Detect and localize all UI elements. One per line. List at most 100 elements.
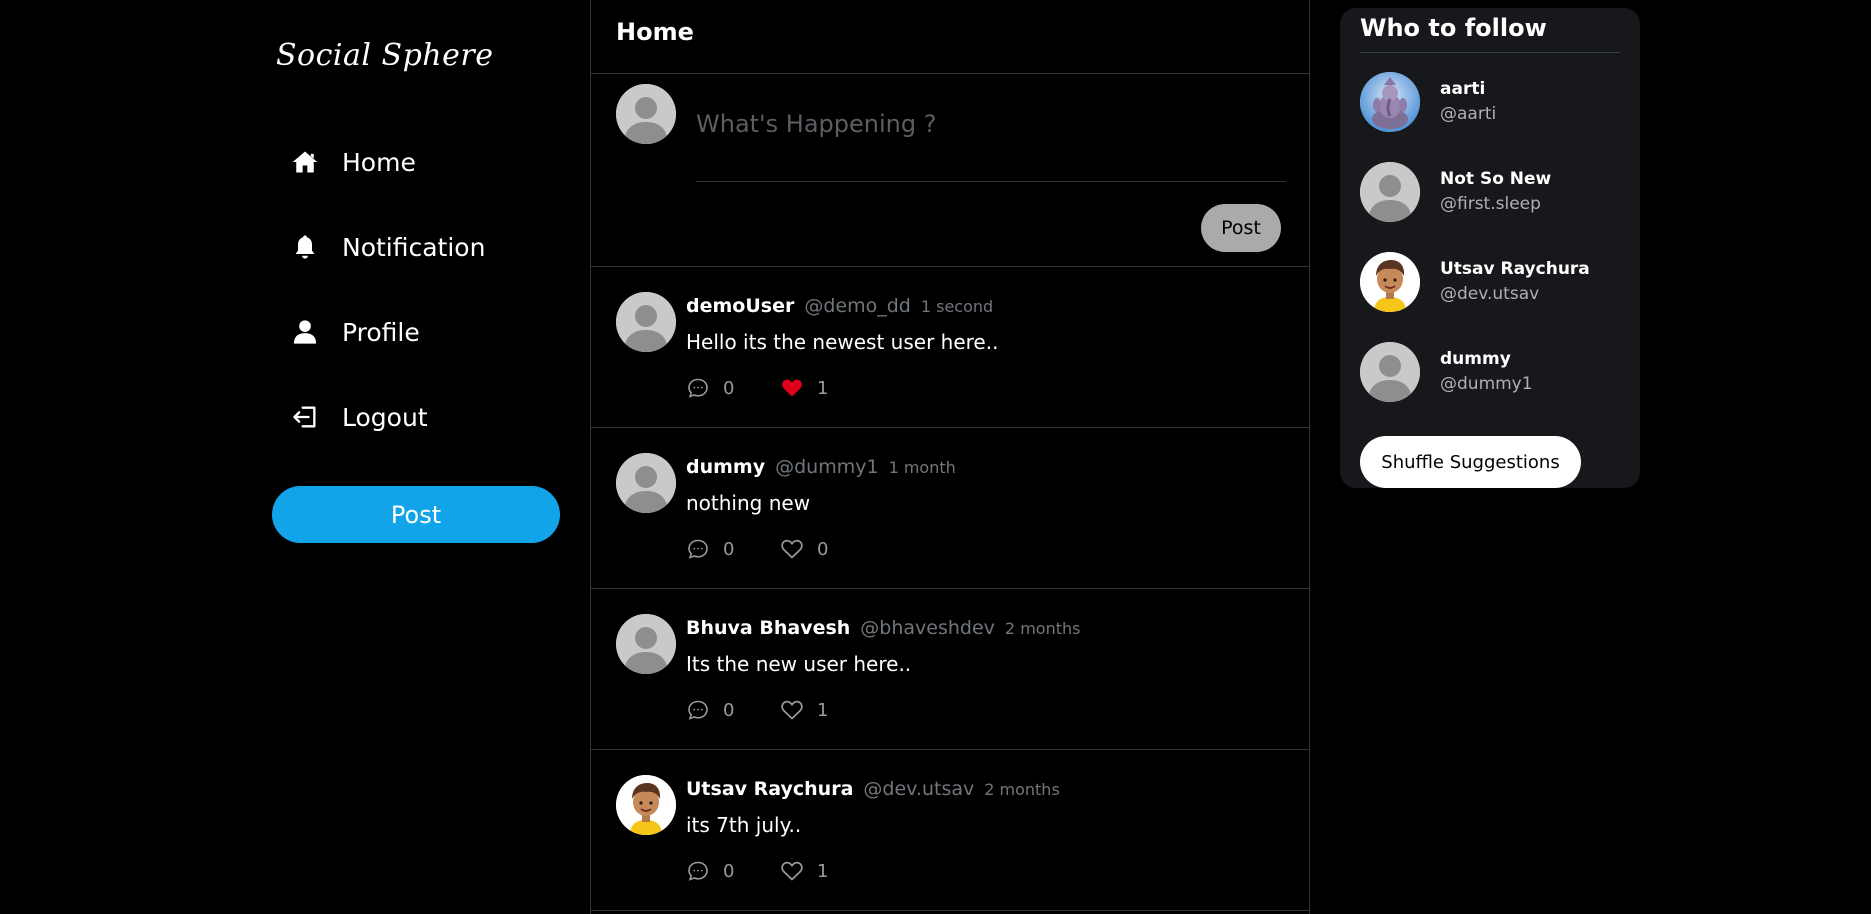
nav-label-profile: Profile <box>342 317 420 347</box>
heart-outline-icon <box>781 861 803 881</box>
default-avatar[interactable] <box>616 292 676 352</box>
follow-user-name: dummy <box>1440 349 1511 369</box>
comment-icon <box>688 539 708 559</box>
follow-suggestion[interactable]: dummy @dummy1 <box>1360 342 1620 402</box>
follow-user-info: Utsav Raychura @dev.utsav <box>1440 257 1590 307</box>
composer-divider <box>696 181 1286 182</box>
post-text: Hello its the newest user here.. <box>686 330 999 354</box>
follow-suggestion[interactable]: Not So New @first.sleep <box>1360 162 1620 222</box>
cartoon-boy-avatar <box>1360 252 1420 312</box>
follow-suggestion-list: aarti @aarti Not So New @first.sleep Uts… <box>1360 72 1620 402</box>
comment-button[interactable]: 0 <box>686 376 780 400</box>
comment-count: 0 <box>723 377 735 399</box>
follow-user-name: aarti <box>1440 79 1486 99</box>
comment-button[interactable]: 0 <box>686 537 780 561</box>
comment-button[interactable]: 0 <box>686 698 780 722</box>
follow-user-info: dummy @dummy1 <box>1440 347 1533 397</box>
default-avatar <box>1360 342 1420 402</box>
post-author-name[interactable]: demoUser <box>686 295 794 317</box>
comment-button[interactable]: 0 <box>686 859 780 883</box>
logout-icon <box>290 402 320 432</box>
nav-item-logout[interactable]: Logout <box>290 395 485 439</box>
post-text: Its the new user here.. <box>686 652 912 676</box>
feed-title: Home <box>591 0 1309 74</box>
post-author-name[interactable]: Bhuva Bhavesh <box>686 617 850 639</box>
like-count: 1 <box>817 377 829 399</box>
heart-outline-icon <box>781 539 803 559</box>
user-icon <box>290 317 320 347</box>
main-feed: Home Post demoUser @demo_dd 1 second Hel… <box>590 0 1310 914</box>
post-composer: Post <box>591 74 1309 267</box>
like-button[interactable]: 1 <box>780 376 828 400</box>
who-to-follow-title: Who to follow <box>1360 8 1620 53</box>
post-header: Utsav Raychura @dev.utsav 2 months <box>686 778 1060 800</box>
post-actions: 0 1 <box>686 376 828 400</box>
app-logo[interactable]: Social Sphere <box>276 38 493 73</box>
default-avatar <box>616 84 676 144</box>
like-button[interactable]: 1 <box>780 859 828 883</box>
comment-count: 0 <box>723 699 735 721</box>
post-actions: 0 0 <box>686 537 828 561</box>
comment-count: 0 <box>723 860 735 882</box>
post-item[interactable]: Utsav Raychura @dev.utsav 2 months its 7… <box>591 750 1309 911</box>
post-timestamp: 1 second <box>920 297 994 316</box>
follow-suggestion[interactable]: Utsav Raychura @dev.utsav <box>1360 252 1620 312</box>
default-avatar[interactable] <box>616 614 676 674</box>
follow-suggestion[interactable]: aarti @aarti <box>1360 72 1620 132</box>
comment-count: 0 <box>723 538 735 560</box>
follow-user-handle: @aarti <box>1440 104 1497 124</box>
comment-icon <box>688 700 708 720</box>
post-author-handle[interactable]: @bhaveshdev <box>860 617 995 639</box>
like-count: 0 <box>817 538 829 560</box>
default-avatar[interactable] <box>616 453 676 513</box>
post-actions: 0 1 <box>686 698 828 722</box>
post-header: Bhuva Bhavesh @bhaveshdev 2 months <box>686 617 1080 639</box>
heart-outline-icon <box>781 700 803 720</box>
post-timestamp: 1 month <box>888 458 956 477</box>
left-sidebar: Social Sphere Home Notification Profile <box>270 0 570 914</box>
like-count: 1 <box>817 699 829 721</box>
post-timestamp: 2 months <box>1004 619 1081 638</box>
who-to-follow-panel: Who to follow aarti @aarti Not So New @f… <box>1340 8 1640 488</box>
nav-item-home[interactable]: Home <box>290 140 485 184</box>
post-timestamp: 2 months <box>984 780 1060 799</box>
comment-icon <box>688 378 708 398</box>
default-avatar <box>1360 162 1420 222</box>
follow-user-handle: @dev.utsav <box>1440 284 1540 304</box>
home-icon <box>290 147 320 177</box>
post-author-name[interactable]: Utsav Raychura <box>686 778 853 800</box>
shuffle-suggestions-button[interactable]: Shuffle Suggestions <box>1360 436 1581 488</box>
like-count: 1 <box>817 860 829 882</box>
like-button[interactable]: 0 <box>780 537 828 561</box>
composer-input[interactable] <box>696 94 1286 154</box>
post-author-handle[interactable]: @dev.utsav <box>863 778 974 800</box>
follow-user-name: Utsav Raychura <box>1440 259 1590 279</box>
follow-user-handle: @dummy1 <box>1440 374 1533 394</box>
follow-user-info: aarti @aarti <box>1440 77 1496 127</box>
post-actions: 0 1 <box>686 859 828 883</box>
post-author-handle[interactable]: @dummy1 <box>775 456 878 478</box>
post-item[interactable]: demoUser @demo_dd 1 second Hello its the… <box>591 267 1309 428</box>
follow-user-handle: @first.sleep <box>1440 194 1541 214</box>
follow-user-name: Not So New <box>1440 169 1552 189</box>
nav-item-notification[interactable]: Notification <box>290 225 485 269</box>
post-header: demoUser @demo_dd 1 second <box>686 295 993 317</box>
main-nav: Home Notification Profile Logout <box>290 140 485 480</box>
post-text: its 7th july.. <box>686 813 802 837</box>
cartoon-boy-avatar[interactable] <box>616 775 676 835</box>
post-author-handle[interactable]: @demo_dd <box>804 295 911 317</box>
deity-photo-avatar <box>1360 72 1420 132</box>
post-item[interactable]: Bhuva Bhavesh @bhaveshdev 2 months Its t… <box>591 589 1309 750</box>
nav-item-profile[interactable]: Profile <box>290 310 485 354</box>
like-button[interactable]: 1 <box>780 698 828 722</box>
composer-post-button[interactable]: Post <box>1201 204 1281 252</box>
nav-label-logout: Logout <box>342 402 428 432</box>
follow-user-info: Not So New @first.sleep <box>1440 167 1551 217</box>
post-author-name[interactable]: dummy <box>686 456 765 478</box>
post-text: nothing new <box>686 491 811 515</box>
nav-label-notification: Notification <box>342 232 486 262</box>
app-root: Social Sphere Home Notification Profile <box>0 0 1871 914</box>
post-item[interactable]: dummy @dummy1 1 month nothing new 0 0 <box>591 428 1309 589</box>
sidebar-post-button[interactable]: Post <box>272 486 560 543</box>
comment-icon <box>688 861 708 881</box>
